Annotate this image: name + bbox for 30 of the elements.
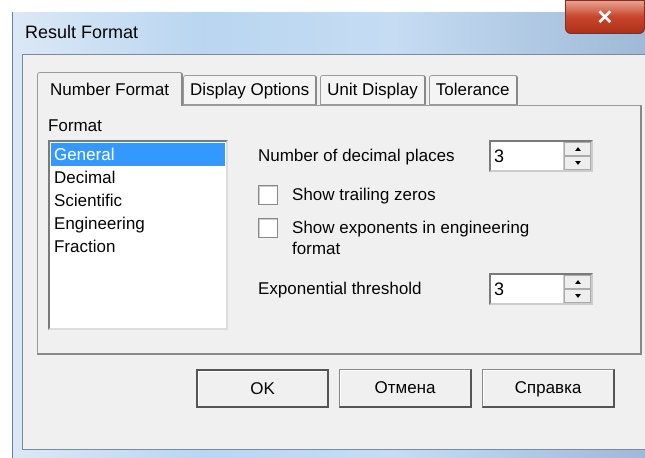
spin-up-button[interactable] (564, 142, 591, 156)
spin-up-button[interactable] (564, 275, 591, 289)
up-arrow-icon (574, 280, 580, 284)
dialog-button[interactable]: Отмена (339, 369, 472, 408)
down-arrow-icon (574, 294, 580, 298)
field-label: Exponential threshold (258, 279, 422, 299)
dialog-button[interactable]: OK (196, 369, 329, 408)
list-item[interactable]: Decimal (51, 166, 225, 189)
tab[interactable]: Tolerance (428, 75, 518, 105)
tab[interactable]: Number Format (37, 72, 184, 106)
checkbox[interactable] (258, 218, 278, 238)
spin-down-button[interactable] (564, 289, 591, 303)
list-item[interactable]: Engineering (51, 212, 225, 235)
spin-down-button[interactable] (564, 156, 591, 170)
list-item[interactable]: Scientific (51, 189, 225, 212)
close-button[interactable]: ✕ (565, 0, 645, 34)
down-arrow-icon (574, 161, 580, 165)
tab[interactable]: Unit Display (320, 75, 426, 105)
up-arrow-icon (574, 147, 580, 151)
format-label: Format (48, 116, 103, 136)
dialog-button[interactable]: Справка (482, 369, 615, 408)
number-spinner[interactable]: 3 (489, 140, 593, 172)
checkbox-label: Show trailing zeros (292, 184, 437, 205)
window-title: Result Format (25, 22, 138, 42)
checkbox[interactable] (258, 185, 278, 205)
field-label: Number of decimal places (258, 146, 455, 166)
tab[interactable]: Display Options (183, 75, 318, 105)
number-spinner[interactable]: 3 (489, 273, 593, 305)
checkbox-label: Show exponents in engineering format (292, 217, 530, 259)
list-item[interactable]: Fraction (51, 235, 225, 258)
